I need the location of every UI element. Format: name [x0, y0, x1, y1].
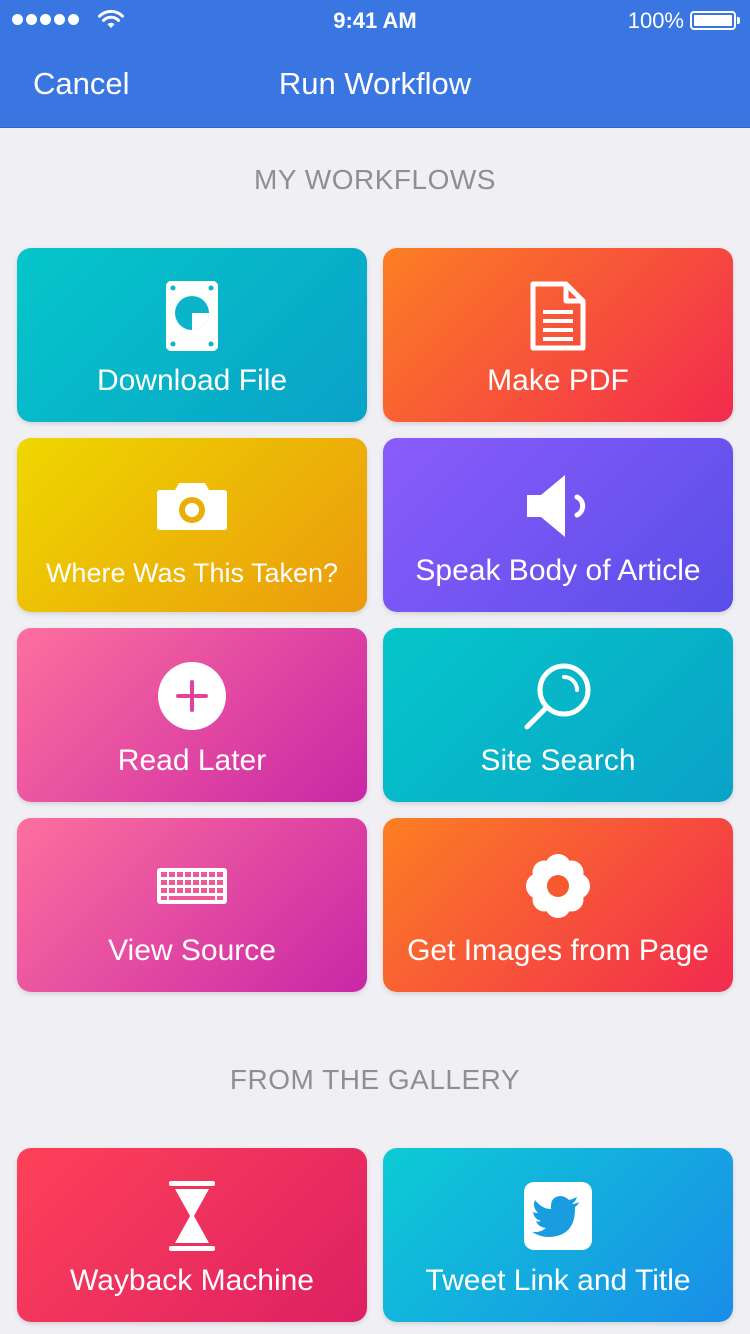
magnifier-icon	[524, 663, 591, 730]
workflow-label: Read Later	[117, 744, 267, 777]
workflow-site-search[interactable]: Site Search	[383, 628, 733, 802]
section-header-from-the-gallery: FROM THE GALLERY	[229, 1064, 521, 1095]
battery-percentage: 100%	[627, 8, 684, 33]
twitter-icon	[524, 1182, 592, 1250]
hourglass-icon	[169, 1181, 215, 1251]
cancel-button[interactable]: Cancel	[33, 66, 130, 102]
plus-circle-icon	[158, 662, 226, 730]
speaker-icon	[527, 475, 586, 537]
workflow-tweet-link-and-title[interactable]: Tweet Link and Title	[383, 1148, 733, 1322]
keyboard-icon	[157, 868, 227, 904]
battery-icon	[690, 11, 740, 30]
workflow-read-later[interactable]: Read Later	[17, 628, 367, 802]
section-header-my-workflows: MY WORKFLOWS	[254, 164, 496, 195]
workflow-speak-body-of-article[interactable]: Speak Body of Article	[383, 438, 733, 612]
workflow-label: Download File	[96, 364, 288, 397]
workflow-label: Wayback Machine	[70, 1264, 314, 1297]
workflow-where-was-this-taken[interactable]: Where Was This Taken?	[17, 438, 367, 612]
workflow-get-images-from-page[interactable]: Get Images from Page	[383, 818, 733, 992]
workflow-label: Get Images from Page	[407, 934, 709, 967]
flower-icon	[526, 854, 590, 918]
workflow-label: View Source	[108, 934, 276, 967]
workflow-view-source[interactable]: View Source	[17, 818, 367, 992]
workflow-label: Site Search	[480, 744, 636, 777]
workflow-label: Where Was This Taken?	[45, 558, 339, 588]
workflow-make-pdf[interactable]: Make PDF	[383, 248, 733, 422]
hard-drive-icon	[166, 281, 218, 351]
workflow-download-file[interactable]: Download File	[17, 248, 367, 422]
status-bar: 9:41 AM 100%	[0, 0, 750, 40]
navigation-bar: 9:41 AM 100% Cancel Run Workflow	[0, 0, 750, 128]
camera-icon	[157, 483, 227, 530]
workflow-label: Speak Body of Article	[415, 554, 701, 587]
workflow-label: Make PDF	[487, 364, 629, 397]
workflow-wayback-machine[interactable]: Wayback Machine	[17, 1148, 367, 1322]
document-icon	[530, 281, 586, 351]
workflow-label: Tweet Link and Title	[425, 1264, 691, 1297]
